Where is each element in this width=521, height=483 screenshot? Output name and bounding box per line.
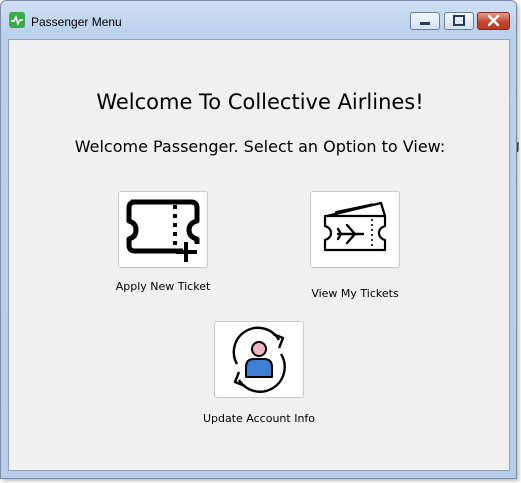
update-account-info-button[interactable] xyxy=(214,321,304,398)
window-title: Passenger Menu xyxy=(31,15,122,29)
plane-ticket-icon xyxy=(323,201,387,252)
update-account-info-label: Update Account Info xyxy=(202,412,316,425)
client-area: Welcome To Collective Airlines! Welcome … xyxy=(8,39,510,471)
close-button[interactable] xyxy=(477,12,510,30)
view-my-tickets-button[interactable] xyxy=(310,191,400,268)
title-bar[interactable]: Passenger Menu xyxy=(1,1,516,31)
welcome-heading: Welcome To Collective Airlines! xyxy=(96,90,424,114)
view-my-tickets-label: View My Tickets xyxy=(311,287,399,300)
welcome-subheading: Welcome Passenger. Select an Option to V… xyxy=(74,137,446,156)
apply-new-ticket-button[interactable] xyxy=(118,191,208,268)
minimize-button[interactable] xyxy=(410,12,440,30)
apply-new-ticket-label: Apply New Ticket xyxy=(115,280,211,293)
close-icon xyxy=(487,14,500,27)
user-refresh-icon xyxy=(232,326,286,393)
app-icon xyxy=(9,12,25,28)
maximize-icon xyxy=(453,15,465,26)
ticket-plus-icon xyxy=(126,199,200,262)
passenger-menu-window: Passenger Menu Welcome To Collective Air… xyxy=(0,0,517,479)
maximize-button[interactable] xyxy=(444,12,474,30)
minimize-icon xyxy=(420,22,430,25)
